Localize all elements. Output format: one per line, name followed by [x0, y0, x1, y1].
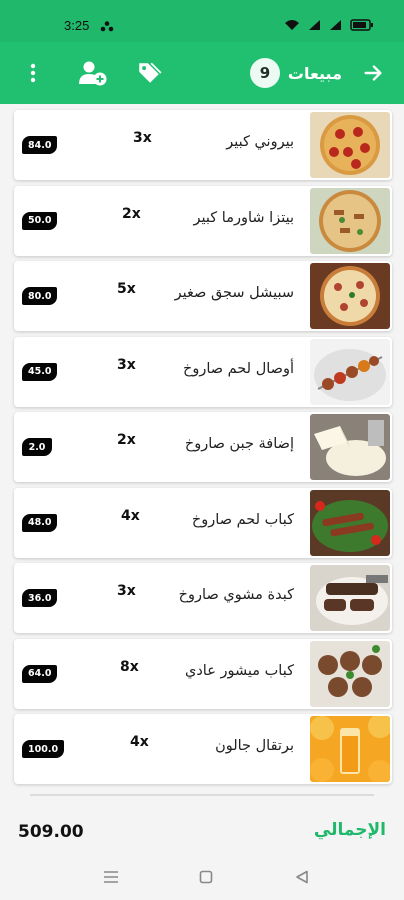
item-quantity: 2x: [117, 432, 136, 448]
system-nav-bar: [0, 852, 404, 900]
list-item[interactable]: كبدة مشوي صاروخ 3x 36.0: [14, 563, 392, 633]
price-badge: 84.0: [22, 136, 58, 154]
price-badge: 100.0: [22, 740, 65, 758]
list-item[interactable]: كباب ميشور عادي 8x 64.0: [14, 638, 392, 709]
cheese-image: [310, 414, 390, 480]
more-vertical-icon: [30, 63, 36, 83]
price-badge: 80.0: [22, 287, 58, 305]
item-name: بيروني كبير: [226, 134, 294, 150]
item-quantity: 2x: [122, 205, 141, 222]
network-icon: [100, 21, 114, 32]
total-label: الإجمالي: [313, 820, 386, 840]
kebab-meatballs-image: [310, 640, 390, 707]
item-name: كباب ميشور عادي: [184, 662, 294, 679]
item-name: برتقال جالون: [215, 738, 294, 754]
total-value: 509.00: [18, 822, 84, 842]
wifi-icon: [285, 20, 299, 30]
nav-back-button[interactable]: [291, 866, 313, 888]
recent-apps-button[interactable]: [100, 866, 122, 888]
sales-list: بيروني كبير 3x 84.0 بيتزا شاورما كبير 2x…: [14, 110, 392, 790]
item-name: إضافة جبن صاروخ: [184, 436, 294, 452]
status-time: 3:25: [64, 18, 90, 33]
menu-lines-icon: [104, 871, 118, 883]
title-group: 9 مبيعات: [249, 58, 342, 88]
add-person-button[interactable]: [76, 56, 110, 90]
price-badge: 2.0: [22, 438, 52, 456]
status-bar: 3:25: [0, 0, 404, 42]
orange-juice-image: [310, 716, 390, 782]
item-quantity: 3x: [133, 130, 152, 146]
sales-count-badge: 9: [249, 58, 280, 88]
more-menu-button[interactable]: [16, 56, 50, 90]
list-item[interactable]: كباب لحم صاروخ 4x 48.0: [14, 487, 392, 558]
kebab-plate-image: [310, 489, 390, 556]
kebab-skewer-image: [310, 338, 390, 405]
status-icons: [284, 19, 374, 31]
item-quantity: 8x: [120, 658, 139, 675]
price-badge: 50.0: [22, 211, 58, 230]
item-name: بيتزا شاورما كبير: [193, 209, 294, 226]
back-button[interactable]: [356, 56, 390, 90]
pizza-pepperoni-image: [310, 112, 390, 178]
home-button[interactable]: [195, 866, 217, 888]
square-icon: [199, 870, 213, 884]
tag-button[interactable]: [132, 56, 166, 90]
item-name: سبيشل سجق صغير: [174, 285, 294, 301]
item-name: كبدة مشوي صاروخ: [178, 587, 294, 603]
pizza-sausage-image: [310, 263, 390, 329]
price-badge: 45.0: [22, 362, 58, 381]
divider: [30, 794, 374, 796]
price-badge: 36.0: [22, 589, 58, 607]
arrow-right-icon: [364, 65, 382, 81]
list-item[interactable]: بيتزا شاورما كبير 2x 50.0: [14, 185, 392, 256]
item-name: كباب لحم صاروخ: [191, 511, 294, 528]
app-bar: 9 مبيعات: [0, 42, 404, 104]
item-quantity: 4x: [130, 734, 149, 750]
triangle-back-icon: [296, 870, 308, 884]
price-badge: 48.0: [22, 513, 58, 532]
tag-icon: [139, 62, 162, 83]
item-quantity: 4x: [121, 507, 140, 524]
list-item[interactable]: إضافة جبن صاروخ 2x 2.0: [14, 412, 392, 482]
battery-icon: [350, 19, 373, 31]
item-name: أوصال لحم صاروخ: [182, 360, 294, 377]
item-quantity: 3x: [117, 583, 136, 599]
page-title: مبيعات: [287, 63, 342, 83]
item-quantity: 3x: [117, 356, 136, 373]
add-person-icon: [79, 61, 107, 86]
grilled-liver-image: [310, 565, 390, 631]
item-quantity: 5x: [117, 281, 136, 297]
price-badge: 64.0: [22, 664, 58, 683]
list-item[interactable]: بيروني كبير 3x 84.0: [14, 110, 392, 180]
signal-icon-2: [330, 20, 341, 30]
list-item[interactable]: أوصال لحم صاروخ 3x 45.0: [14, 336, 392, 407]
list-item[interactable]: سبيشل سجق صغير 5x 80.0: [14, 261, 392, 331]
list-item[interactable]: برتقال جالون 4x 100.0: [14, 714, 392, 784]
pizza-shawarma-image: [310, 187, 390, 254]
signal-icon: [309, 20, 320, 30]
